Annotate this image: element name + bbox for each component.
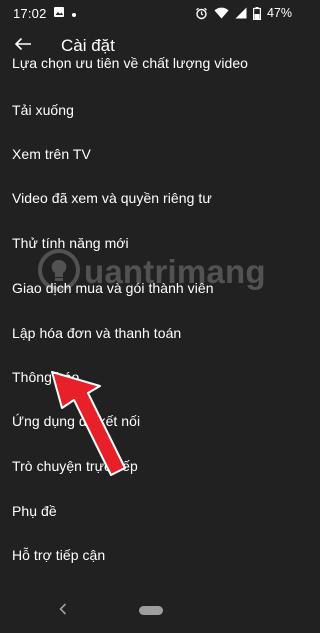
battery-percent: 47% bbox=[266, 6, 292, 20]
signal-icon bbox=[235, 7, 247, 19]
battery-icon bbox=[252, 6, 261, 20]
settings-item-billing-payments[interactable]: Lập hóa đơn và thanh toán bbox=[12, 325, 181, 341]
settings-item-video-quality[interactable]: Lựa chọn ưu tiên về chất lượng video bbox=[12, 55, 248, 71]
nav-back-icon[interactable] bbox=[55, 601, 71, 617]
settings-item-connected-apps[interactable]: Ứng dụng đã kết nối bbox=[12, 413, 140, 429]
settings-item-accessibility[interactable]: Hỗ trợ tiếp cận bbox=[12, 547, 105, 563]
settings-item-watch-on-tv[interactable]: Xem trên TV bbox=[12, 146, 91, 162]
settings-item-history-privacy[interactable]: Video đã xem và quyền riêng tư bbox=[12, 190, 212, 206]
status-right: 47% bbox=[195, 6, 292, 20]
alarm-icon bbox=[195, 7, 208, 20]
settings-item-downloads[interactable]: Tải xuống bbox=[12, 102, 74, 118]
dot-icon bbox=[71, 6, 77, 21]
settings-item-captions[interactable]: Phụ đề bbox=[12, 503, 57, 519]
settings-item-purchases-memberships[interactable]: Giao dịch mua và gói thành viên bbox=[12, 280, 214, 296]
status-bar: 17:02 47% bbox=[0, 0, 300, 26]
settings-item-try-new-features[interactable]: Thử tính năng mới bbox=[12, 235, 129, 251]
settings-item-live-chat[interactable]: Trò chuyện trực tiếp bbox=[12, 458, 138, 474]
settings-item-notifications[interactable]: Thông báo bbox=[12, 369, 79, 385]
settings-list: Lựa chọn ưu tiên về chất lượng video Tải… bbox=[0, 44, 300, 584]
status-left: 17:02 bbox=[13, 6, 77, 21]
status-time: 17:02 bbox=[13, 5, 47, 21]
navigation-bar bbox=[0, 592, 300, 633]
wifi-icon bbox=[214, 7, 229, 19]
nav-home-pill[interactable] bbox=[139, 606, 163, 615]
image-icon bbox=[53, 6, 65, 21]
